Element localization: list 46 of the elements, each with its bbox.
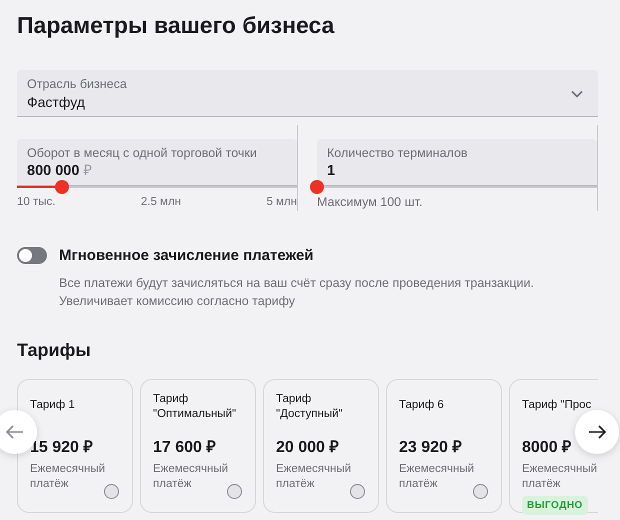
tariff-card[interactable]: Тариф "Прос 8000 ₽ Ежемесячный платёж ВЫГОДНО [509,379,598,514]
tariff-name: Тариф "Оптимальный" [153,392,238,422]
slider-thumb[interactable] [310,180,324,194]
tick-label: 10 тыс. [17,194,56,210]
page-title: Параметры вашего бизнеса [17,12,336,40]
payment-period: Ежемесячный платёж [399,462,476,492]
arrow-left-icon [6,425,24,439]
radio-button[interactable] [473,484,488,500]
field-value: Фастфуд [27,92,86,112]
tariff-card[interactable]: Тариф 6 23 920 ₽ Ежемесячный платёж [386,379,502,514]
tariff-price: 8000 ₽ [522,438,572,458]
industry-dropdown[interactable]: Отрасль бизнеса Фастфуд [17,70,598,117]
tariff-name: Тариф "Доступный" [276,392,344,422]
arrow-right-icon [588,425,606,439]
tick-label: 2.5 млн [140,194,182,210]
tick-label: 5 млн [266,194,297,210]
payment-period: Ежемесячный платёж [522,462,598,492]
currency-sign: ₽ [83,162,92,179]
payment-period: Ежемесячный платёж [30,462,106,492]
tariff-card[interactable]: Тариф "Оптимальный" 17 600 ₽ Ежемесячный платёж [140,379,256,514]
payment-period: Ежемесячный платёж [276,462,352,492]
tariff-card[interactable]: Тариф "Доступный" 20 000 ₽ Ежемесячный платёж [263,379,379,514]
tariff-price: 17 600 ₽ [153,438,216,458]
toggle-switch[interactable] [17,247,47,264]
description-text: Все платежи будут зачисляться на ваш счёт сразу после проведения транзакции. Увеличивает комиссию согласно тарифу [59,274,535,310]
radio-button[interactable] [350,484,365,500]
field-value: 800 000 ₽ [27,162,92,181]
next-button[interactable] [575,410,619,454]
field-label: Отрасль бизнеса [27,76,127,92]
radio-button[interactable] [104,484,119,500]
tariff-price: 23 920 ₽ [399,438,462,458]
payment-period: Ежемесячный платёж [153,462,230,492]
benefit-tag: ВЫГОДНО [522,496,588,516]
toggle-title: Мгновенное зачисление платежей [59,246,315,266]
field-label: Оборот в месяц с одной торговой точки [27,144,258,161]
radio-button[interactable] [227,484,242,500]
section-heading: Тарифы [17,340,92,362]
tariff-name: Тариф "Прос [522,398,592,414]
hint-text: Максимум 100 шт. [317,194,424,211]
field-value: 1 [327,162,336,181]
slider-field[interactable]: Количество терминалов 1 [317,138,597,186]
slider-field[interactable]: Оборот в месяц с одной торговой точки 800 000 ₽ [17,138,297,186]
tariff-price: 20 000 ₽ [276,438,340,458]
field-label: Количество терминалов [327,144,469,161]
tariff-name: Тариф 1 [30,398,75,414]
tariff-name: Тариф 6 [399,398,444,414]
